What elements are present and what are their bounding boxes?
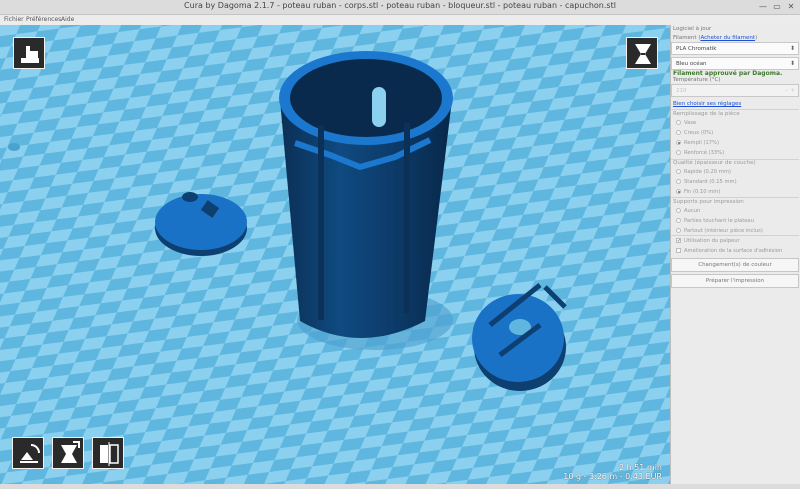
divider [671,235,799,236]
filament-approved: Filament approuvé par Dagoma. [673,70,783,77]
settings-panel: Logiciel à jour Filament (Acheter du fil… [670,25,800,484]
view-mode-button[interactable] [626,37,658,69]
window-title: Cura by Dagoma 2.1.7 - poteau ruban - co… [184,1,616,10]
load-icon [21,46,39,63]
print-time: 2 h 51 min [618,463,662,472]
3d-viewport[interactable]: 2 h 51 min 10 g - 3.26 m - 0.43 EUR [0,25,670,484]
mirror-icon [100,442,119,466]
load-model-button[interactable] [13,37,45,69]
build-plate-scene [0,25,670,484]
divider [671,109,799,110]
color-change-button[interactable]: Changement(s) de couleur [671,258,799,272]
menu-preferences[interactable]: Préférences [26,15,61,24]
filament-label: Filament (Acheter du filament) [673,35,758,41]
chevron-down-icon: ⬍ [789,45,795,52]
chevron-down-icon: ⬍ [789,60,795,67]
infill-option-vase[interactable]: Vase [676,120,696,126]
settings-guide-link[interactable]: Bien choisir ses réglages [673,101,798,107]
filament-select[interactable]: PLA Chromatik ⬍ [671,42,799,55]
rotate-tool-button[interactable] [12,437,44,469]
support-label: Supports pour impression [673,199,744,205]
quality-option-standard[interactable]: Standard (0.15 mm) [676,179,737,185]
infill-option-hollow[interactable]: Creux (0%) [676,130,713,136]
prepare-print-button[interactable]: Préparer l'impression [671,274,799,288]
view-mode-icon [635,44,651,64]
quality-option-fast[interactable]: Rapide (0.20 mm) [676,169,731,175]
scale-tool-button[interactable] [52,437,84,469]
menu-bar: Fichier Préférences Aide [0,15,800,25]
temperature-field[interactable]: 210 – + [671,84,799,97]
quality-option-fine[interactable]: Fin (0.10 mm) [676,189,720,195]
maximize-icon[interactable]: ▭ [772,2,782,12]
buy-filament-link[interactable]: Acheter du filament [700,35,755,41]
infill-option-filled[interactable]: Rempli (17%) [676,140,719,146]
close-icon[interactable]: ✕ [786,2,796,12]
rotate-icon [20,444,40,463]
probe-checkbox[interactable]: ✓ Utilisation du palpeur [676,238,740,244]
scale-icon [61,441,80,463]
minimize-icon[interactable]: — [758,2,768,12]
title-bar: Cura by Dagoma 2.1.7 - poteau ruban - co… [0,0,800,15]
temperature-label: Température (°C) [673,77,721,83]
adhesion-checkbox[interactable]: Amélioration de la surface d'adhésion [676,248,782,254]
support-option-everywhere[interactable]: Partout (intérieur pièce inclus) [676,228,763,234]
color-select[interactable]: Bleu océan ⬍ [671,57,799,70]
mirror-tool-button[interactable] [92,437,124,469]
divider [671,197,799,198]
stepper-icon: – + [785,87,795,94]
plate-hole [8,143,20,151]
support-option-touching[interactable]: Parties touchant le plateau [676,218,754,224]
software-status: Logiciel à jour [673,26,712,32]
menu-file[interactable]: Fichier [4,15,24,24]
infill-label: Remplissage de la pièce [673,111,740,117]
infill-option-reinforced[interactable]: Renforcé (33%) [676,150,724,156]
part-body[interactable] [279,51,453,350]
support-option-none[interactable]: Aucun [676,208,700,214]
print-material: 10 g - 3.26 m - 0.43 EUR [563,472,662,481]
menu-help[interactable]: Aide [61,15,74,24]
status-bar [0,484,800,489]
quality-label: Qualité (épaisseur de couche) [673,160,756,166]
